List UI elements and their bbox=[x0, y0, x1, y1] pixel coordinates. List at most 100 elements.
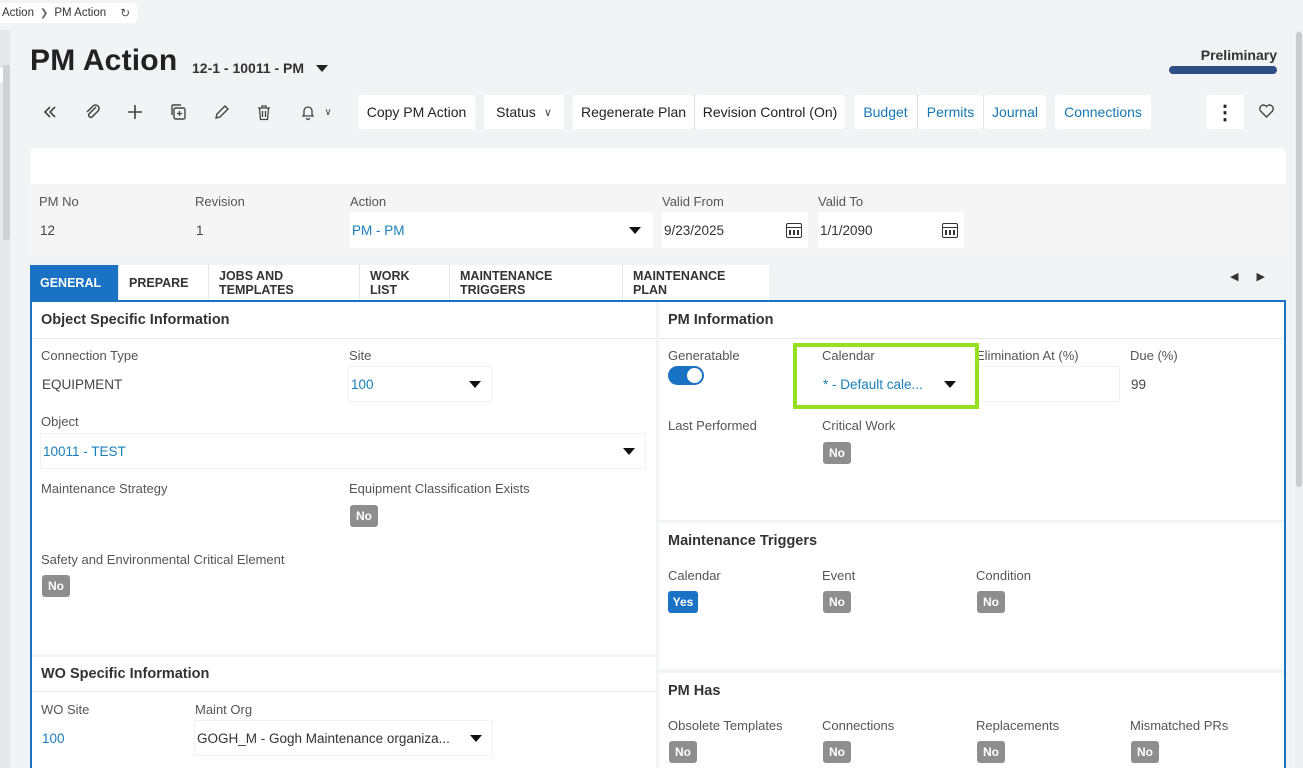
object-info-title: Object Specific Information bbox=[41, 312, 230, 328]
action-dropdown[interactable]: PM - PM bbox=[350, 212, 653, 248]
critical-work-badge: No bbox=[823, 442, 851, 464]
regenerate-plan-button[interactable]: Regenerate Plan bbox=[573, 95, 694, 129]
bell-icon[interactable]: ∨ bbox=[292, 98, 340, 126]
mismatched-prs-badge: No bbox=[1131, 741, 1159, 763]
calendar-icon[interactable] bbox=[942, 222, 958, 238]
action-value: PM - PM bbox=[352, 222, 405, 238]
revision-control-button[interactable]: Revision Control (On) bbox=[695, 95, 845, 129]
object-value: 10011 - TEST bbox=[43, 443, 126, 459]
valid-to-label: Valid To bbox=[818, 194, 864, 209]
trigger-calendar-badge: Yes bbox=[668, 591, 698, 613]
obsolete-templates-badge: No bbox=[669, 741, 697, 763]
site-label: Site bbox=[349, 348, 372, 363]
tab-maintenance-plan[interactable]: MAINTENANCE PLAN bbox=[623, 265, 769, 301]
status-button[interactable]: Status ∨ bbox=[484, 95, 564, 129]
generatable-toggle[interactable] bbox=[668, 366, 704, 385]
object-dropdown[interactable]: 10011 - TEST bbox=[40, 433, 646, 469]
connections-label: Connections bbox=[822, 718, 895, 733]
tab-maintenance-triggers[interactable]: MAINTENANCE TRIGGERS bbox=[450, 265, 623, 301]
site-value: 100 bbox=[351, 376, 374, 392]
journal-button[interactable]: Journal bbox=[984, 95, 1046, 129]
due-value: 99 bbox=[1131, 377, 1147, 392]
caret-down-icon bbox=[623, 447, 635, 455]
tab-prepare[interactable]: PREPARE bbox=[119, 265, 209, 301]
valid-from-field[interactable]: 9/23/2025 bbox=[662, 212, 808, 248]
collapse-icon[interactable] bbox=[35, 98, 65, 126]
tab-work-list[interactable]: WORK LIST bbox=[360, 265, 450, 301]
connection-type-label: Connection Type bbox=[41, 348, 139, 363]
state-label: Preliminary bbox=[1200, 47, 1277, 63]
maintenance-triggers-title: Maintenance Triggers bbox=[668, 533, 818, 549]
tab-general[interactable]: GENERAL bbox=[30, 265, 119, 301]
calendar-highlight bbox=[793, 343, 979, 409]
scrollbar[interactable] bbox=[1295, 30, 1303, 768]
tab-scroll: ◀ ▶ bbox=[1230, 270, 1265, 283]
equipment-classification-badge: No bbox=[350, 505, 378, 527]
trigger-event-badge: No bbox=[823, 591, 851, 613]
wo-site-label: WO Site bbox=[41, 702, 90, 717]
connections-button[interactable]: Connections bbox=[1055, 95, 1151, 129]
elimination-at-label: Elimination At (%) bbox=[976, 348, 1079, 363]
critical-work-label: Critical Work bbox=[822, 418, 896, 433]
pm-info-section bbox=[659, 302, 1284, 520]
permits-button[interactable]: Permits bbox=[918, 95, 983, 129]
edit-icon[interactable] bbox=[206, 98, 236, 126]
status-label: Status bbox=[496, 104, 536, 120]
breadcrumb-parent[interactable]: Action bbox=[2, 7, 34, 19]
budget-button[interactable]: Budget bbox=[854, 95, 917, 129]
caret-down-icon[interactable] bbox=[316, 64, 329, 72]
maint-org-value: GOGH_M - Gogh Maintenance organiza... bbox=[197, 730, 450, 746]
replacements-label: Replacements bbox=[976, 718, 1060, 733]
copy-pm-action-button[interactable]: Copy PM Action bbox=[358, 95, 475, 129]
breadcrumb: Action ❯ PM Action ↻ bbox=[0, 3, 139, 23]
action-label: Action bbox=[350, 194, 387, 209]
page-title: PM Action bbox=[30, 44, 178, 77]
replacements-badge: No bbox=[977, 741, 1005, 763]
trigger-calendar-label: Calendar bbox=[668, 568, 721, 583]
tab-jobs-and-templates[interactable]: JOBS AND TEMPLATES bbox=[209, 265, 360, 301]
elimination-at-input[interactable] bbox=[975, 366, 1120, 402]
delete-icon[interactable] bbox=[249, 98, 279, 126]
equipment-classification-label: Equipment Classification Exists bbox=[349, 481, 530, 496]
plus-icon[interactable] bbox=[120, 98, 150, 126]
maint-org-dropdown[interactable]: GOGH_M - Gogh Maintenance organiza... bbox=[194, 720, 493, 756]
safety-critical-label: Safety and Environmental Critical Elemen… bbox=[41, 552, 285, 567]
due-label: Due (%) bbox=[1130, 348, 1178, 363]
trigger-event-label: Event bbox=[822, 568, 856, 583]
refresh-icon[interactable]: ↻ bbox=[120, 6, 130, 20]
record-id: 12-1 - 10011 - PM bbox=[192, 60, 305, 76]
caret-down-icon bbox=[469, 380, 481, 388]
revision-label: Revision bbox=[195, 194, 245, 209]
chevron-down-icon: ∨ bbox=[324, 106, 332, 118]
safety-critical-badge: No bbox=[42, 575, 70, 597]
connection-type-value: EQUIPMENT bbox=[42, 377, 123, 392]
object-label: Object bbox=[41, 414, 79, 429]
record-selector[interactable]: 12-1 - 10011 - PM bbox=[192, 60, 329, 76]
connections-badge: No bbox=[823, 741, 851, 763]
tab-bar: GENERAL PREPARE JOBS AND TEMPLATES WORK … bbox=[30, 265, 1286, 301]
obsolete-templates-label: Obsolete Templates bbox=[668, 718, 783, 733]
trigger-condition-label: Condition bbox=[976, 568, 1031, 583]
caret-left-icon[interactable]: ◀ bbox=[1230, 270, 1238, 283]
more-icon[interactable]: ⋮ bbox=[1206, 95, 1244, 129]
caret-right-icon[interactable]: ▶ bbox=[1256, 270, 1264, 283]
caret-down-icon bbox=[470, 734, 482, 742]
trigger-condition-badge: No bbox=[977, 591, 1005, 613]
attachment-icon[interactable] bbox=[78, 98, 108, 126]
mismatched-prs-label: Mismatched PRs bbox=[1130, 718, 1229, 733]
wo-info-title: WO Specific Information bbox=[41, 666, 210, 682]
left-rail bbox=[0, 30, 10, 768]
favorite-icon[interactable] bbox=[1251, 97, 1281, 125]
duplicate-icon[interactable] bbox=[163, 98, 193, 126]
wo-site-value[interactable]: 100 bbox=[42, 731, 65, 746]
pm-no-value: 12 bbox=[40, 223, 56, 238]
maint-org-label: Maint Org bbox=[195, 702, 253, 717]
valid-from-value: 9/23/2025 bbox=[664, 222, 725, 238]
valid-to-field[interactable]: 1/1/2090 bbox=[818, 212, 964, 248]
last-performed-label: Last Performed bbox=[668, 418, 757, 433]
state-indicator bbox=[1169, 66, 1277, 74]
site-dropdown[interactable]: 100 bbox=[348, 366, 492, 402]
calendar-icon[interactable] bbox=[786, 222, 802, 238]
maintenance-strategy-label: Maintenance Strategy bbox=[41, 481, 168, 496]
chevron-down-icon: ∨ bbox=[543, 106, 552, 119]
